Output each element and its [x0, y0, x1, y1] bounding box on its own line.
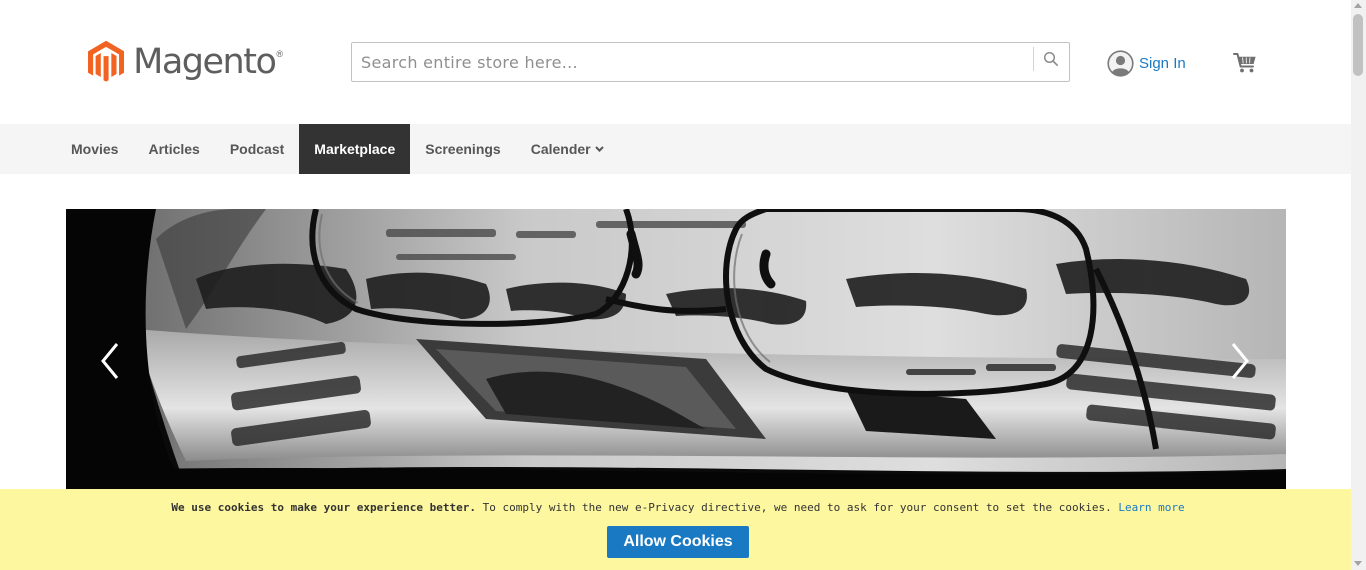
nav-item-label: Movies	[71, 141, 119, 157]
mini-cart-button[interactable]	[1233, 51, 1257, 75]
nav-item-podcast[interactable]: Podcast	[215, 124, 299, 174]
site-header: Magento ® Sign In	[0, 0, 1351, 124]
logo-trademark: ®	[276, 49, 283, 59]
nav-item-label: Podcast	[229, 141, 285, 157]
sign-in-link[interactable]: Sign In	[1107, 49, 1186, 77]
scroll-down-arrow-icon[interactable]	[1354, 561, 1362, 566]
learn-more-link[interactable]: Learn more	[1118, 501, 1184, 514]
nav-menu: Movies Articles Podcast Marketplace Scre…	[56, 124, 619, 174]
magento-logo[interactable]: Magento ®	[88, 35, 283, 89]
cookie-message: We use cookies to make your experience b…	[0, 501, 1356, 514]
nav-item-marketplace[interactable]: Marketplace	[299, 124, 411, 174]
search-box	[351, 42, 1070, 82]
shopping-cart-icon	[1233, 53, 1256, 73]
logo-text: Magento	[133, 42, 277, 82]
search-button[interactable]	[1033, 47, 1067, 71]
search-icon	[1043, 51, 1058, 66]
nav-item-movies[interactable]: Movies	[56, 124, 133, 174]
nav-item-label: Articles	[148, 141, 200, 157]
hero-slider	[66, 209, 1286, 519]
sign-in-label: Sign In	[1139, 54, 1186, 72]
nav-item-label: Marketplace	[314, 141, 396, 157]
page: Magento ® Sign In	[0, 0, 1351, 570]
allow-cookies-button[interactable]: Allow Cookies	[607, 526, 749, 558]
magento-logo-icon	[88, 40, 125, 82]
slider-prev-button[interactable]	[96, 339, 126, 383]
nav-item-label: Calender	[530, 141, 591, 157]
newspaper-glasses-image	[66, 209, 1286, 519]
nav-item-screenings[interactable]: Screenings	[410, 124, 515, 174]
main-navigation: Movies Articles Podcast Marketplace Scre…	[0, 124, 1351, 174]
scrollbar-thumb[interactable]	[1353, 14, 1363, 76]
chevron-down-icon	[594, 146, 604, 152]
nav-item-label: Screenings	[425, 141, 501, 157]
nav-item-articles[interactable]: Articles	[133, 124, 214, 174]
slider-next-button[interactable]	[1224, 339, 1254, 383]
user-avatar-icon	[1107, 49, 1134, 77]
nav-item-calender[interactable]: Calender	[516, 124, 619, 174]
cookie-notice: We use cookies to make your experience b…	[0, 489, 1351, 570]
scroll-up-arrow-icon[interactable]	[1354, 3, 1362, 8]
chevron-left-icon	[101, 343, 119, 379]
chevron-right-icon	[1231, 343, 1249, 379]
search-input[interactable]	[352, 43, 1032, 81]
cookie-message-body: To comply with the new e-Privacy directi…	[482, 501, 1112, 514]
cookie-message-bold: We use cookies to make your experience b…	[171, 501, 476, 514]
page-scrollbar[interactable]	[1351, 0, 1366, 570]
